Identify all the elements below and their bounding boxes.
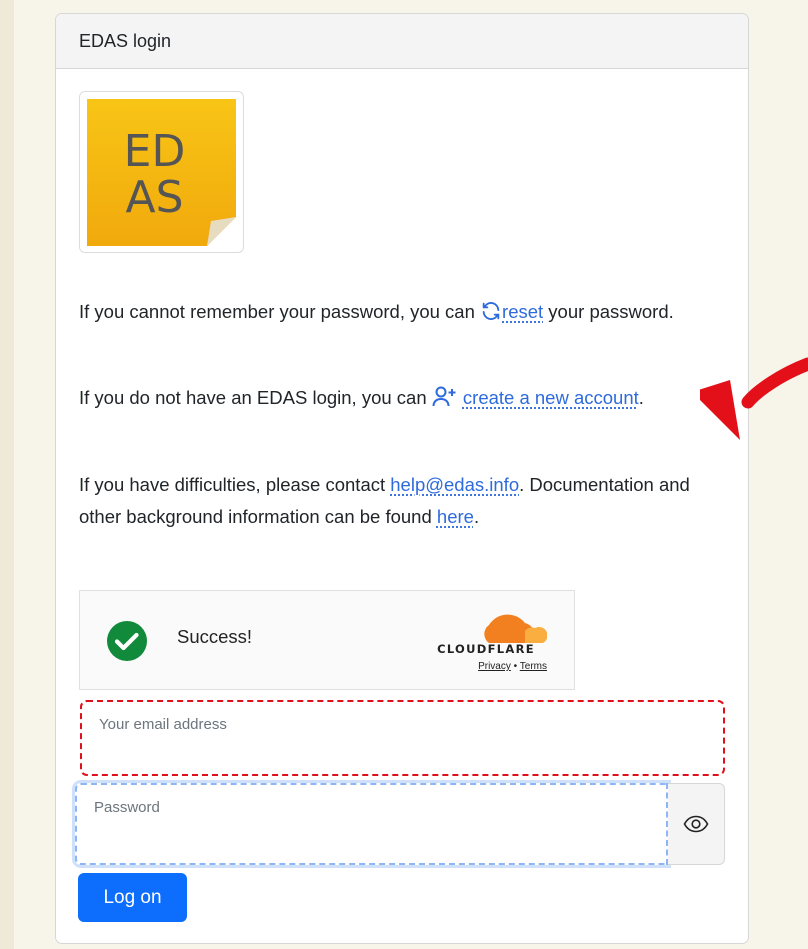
page-margin: [0, 0, 14, 949]
privacy-link[interactable]: Privacy: [478, 661, 511, 672]
password-field[interactable]: Password: [75, 783, 668, 865]
logo-line-1: ED: [80, 130, 229, 174]
create-text: If you do not have an EDAS login, you ca…: [79, 387, 432, 408]
cloudflare-cloud-icon: [425, 613, 547, 645]
log-on-button[interactable]: Log on: [78, 873, 187, 922]
help-text: If you have difficulties, please contact: [79, 474, 390, 495]
cloudflare-turnstile: Success! CLOUDFLARE Privacy • Terms: [79, 590, 575, 690]
show-password-button[interactable]: [668, 783, 725, 865]
curved-arrow-icon: [700, 352, 808, 442]
cloudflare-wordmark: CLOUDFLARE: [425, 642, 547, 656]
logo-line-2: AS: [80, 176, 229, 220]
person-add-icon[interactable]: [432, 386, 458, 408]
create-account-link[interactable]: create a new account: [463, 387, 639, 408]
reset-paragraph: If you cannot remember your password, yo…: [79, 296, 729, 328]
help-email-link[interactable]: help@edas.info: [390, 474, 519, 495]
reset-text-after: your password.: [543, 301, 674, 322]
terms-link[interactable]: Terms: [520, 661, 547, 672]
reset-text: If you cannot remember your password, yo…: [79, 301, 480, 322]
turnstile-links: Privacy • Terms: [425, 661, 547, 672]
eye-icon: [683, 815, 709, 833]
create-account-paragraph: If you do not have an EDAS login, you ca…: [79, 382, 729, 414]
link-separator: •: [511, 661, 520, 672]
email-input[interactable]: [82, 702, 723, 774]
create-text-after: .: [639, 387, 644, 408]
card-title: EDAS login: [79, 31, 171, 52]
refresh-icon[interactable]: [480, 300, 502, 322]
check-circle-icon: [106, 620, 148, 662]
card-header: EDAS login: [56, 14, 748, 69]
help-paragraph: If you have difficulties, please contact…: [79, 469, 729, 533]
help-text-after: .: [474, 506, 479, 527]
documentation-link[interactable]: here: [437, 506, 474, 527]
turnstile-status: Success!: [177, 626, 252, 648]
login-card: EDAS login ED AS If you cannot remember …: [55, 13, 749, 944]
reset-link[interactable]: reset: [502, 301, 543, 322]
password-group: Password: [75, 783, 725, 865]
edas-logo: ED AS: [79, 91, 244, 253]
email-field[interactable]: Your email address: [80, 700, 725, 776]
password-input[interactable]: [77, 785, 666, 863]
